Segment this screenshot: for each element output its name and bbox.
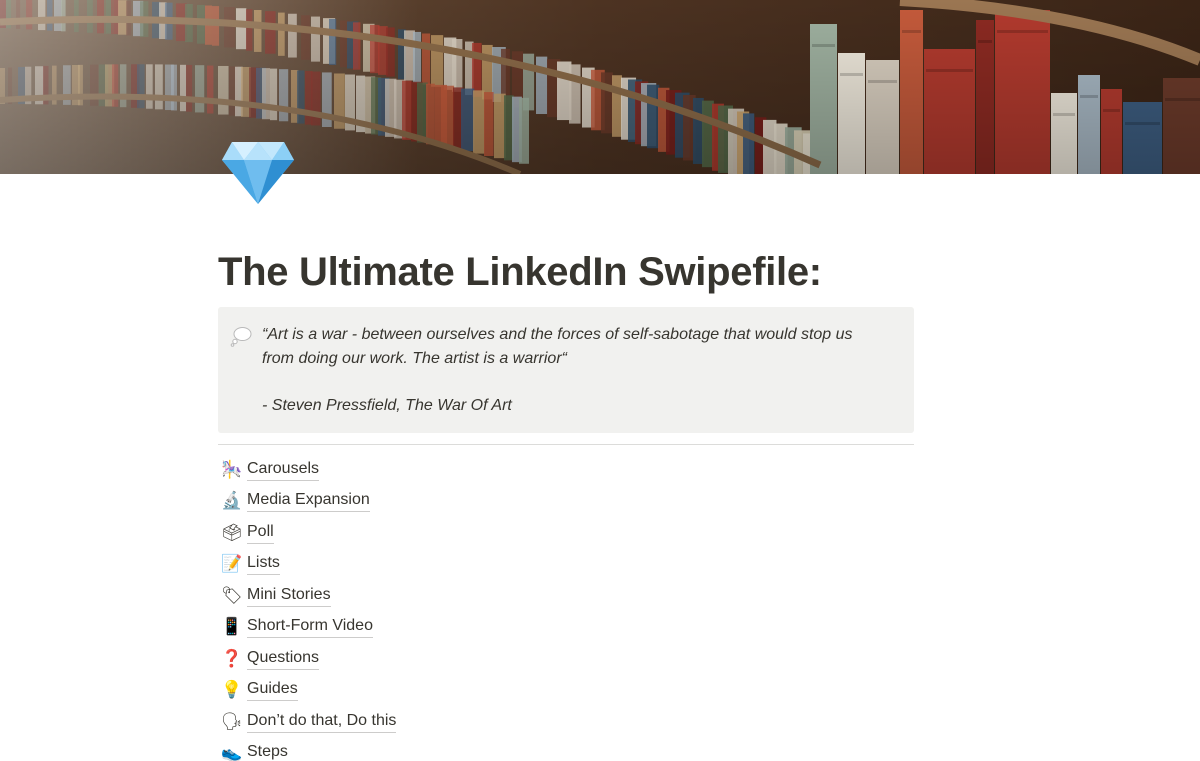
question-mark-icon: ❓ (221, 648, 243, 668)
speaking-head-icon: 🗣 (221, 711, 243, 731)
subpage-link-label[interactable]: Carousels (247, 459, 320, 481)
subpage-link-label[interactable]: Lists (247, 553, 280, 576)
carousel-horse-icon: 🎠 (221, 459, 243, 479)
ballot-box-icon: 🗳 (221, 522, 243, 542)
page-title[interactable]: The Ultimate LinkedIn Swipefile: (218, 246, 914, 298)
page-content: The Ultimate LinkedIn Swipefile: “Art is… (218, 246, 914, 761)
quote-text[interactable]: “Art is a war - between ourselves and th… (262, 323, 853, 418)
subpage-link-label[interactable]: Short-Form Video (247, 616, 373, 639)
mobile-phone-icon: 📱 (221, 617, 243, 637)
subpage-link-steps[interactable]: 👟 Steps (218, 738, 914, 761)
cover-image[interactable] (0, 0, 1200, 174)
subpage-link-short-form-video[interactable]: 📱 Short-Form Video (218, 612, 914, 644)
microscope-icon: 🔬 (221, 491, 243, 511)
subpage-link-media-expansion[interactable]: 🔬 Media Expansion (218, 486, 914, 518)
subpage-link-label[interactable]: Questions (247, 648, 320, 670)
subpage-link-label[interactable]: Mini Stories (247, 585, 331, 607)
subpage-link-poll[interactable]: 🗳 Poll (218, 517, 914, 549)
subpage-link-label[interactable]: Media Expansion (247, 490, 370, 513)
quote-attribution: - Steven Pressfield, The War Of Art (262, 397, 512, 414)
subpage-link-questions[interactable]: ❓ Questions (218, 643, 914, 675)
gem-diamond-icon[interactable] (220, 138, 296, 206)
subpage-link-mini-stories[interactable]: 🏷 Mini Stories (218, 580, 914, 612)
quote-callout[interactable]: “Art is a war - between ourselves and th… (218, 307, 914, 433)
quote-line-2: from doing our work. The artist is a war… (262, 349, 567, 367)
subpage-link-label[interactable]: Poll (247, 522, 274, 544)
memo-icon: 📝 (221, 554, 243, 574)
subpage-link-label[interactable]: Steps (247, 742, 288, 761)
subpage-link-label[interactable]: Guides (247, 679, 298, 702)
subpage-link-lists[interactable]: 📝 Lists (218, 549, 914, 581)
subpage-link-carousels[interactable]: 🎠 Carousels (218, 454, 914, 486)
subpage-link-label[interactable]: Don’t do that, Do this (247, 711, 397, 733)
subpage-link-guides[interactable]: 💡 Guides (218, 675, 914, 707)
label-tag-icon: 🏷 (221, 585, 243, 605)
subpage-link-dont-do-that[interactable]: 🗣 Don’t do that, Do this (218, 706, 914, 738)
thought-balloon-icon[interactable] (230, 323, 262, 352)
divider (218, 444, 914, 445)
light-bulb-icon: 💡 (221, 680, 243, 700)
subpage-list: 🎠 Carousels 🔬 Media Expansion 🗳 Poll 📝 L… (218, 454, 914, 761)
quote-line-1: “Art is a war - between ourselves and th… (262, 326, 853, 343)
notion-page: The Ultimate LinkedIn Swipefile: “Art is… (0, 0, 1200, 761)
footprints-icon: 👟 (221, 743, 243, 761)
